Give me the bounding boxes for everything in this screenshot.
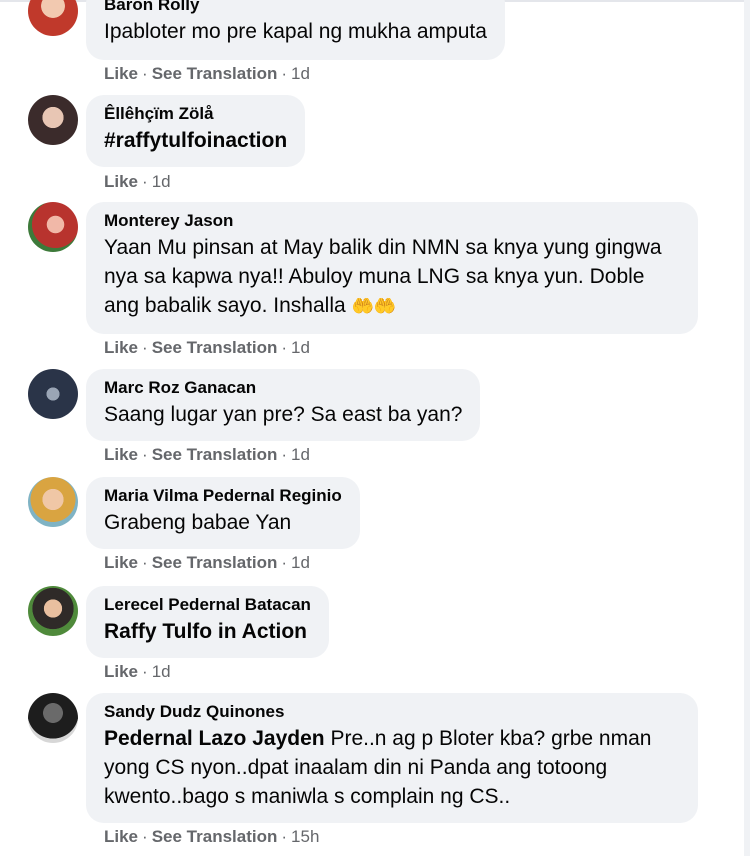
comment-text: Yaan Mu pinsan at May balik din NMN sa k… <box>104 236 662 317</box>
comment-author[interactable]: Baron Rolly <box>104 0 487 15</box>
comment-text: Grabeng babae Yan <box>104 511 292 534</box>
comment-author[interactable]: Sandy Dudz Quinones <box>104 702 680 722</box>
comment-timestamp[interactable]: 1d <box>152 172 171 191</box>
comment-author[interactable]: Lerecel Pedernal Batacan <box>104 595 311 615</box>
hashtag-link[interactable]: #raffytulfoinaction <box>104 126 287 155</box>
avatar[interactable] <box>28 586 78 636</box>
like-button[interactable]: Like <box>104 662 138 681</box>
like-button[interactable]: Like <box>104 553 138 572</box>
comment-text: Pedernal Lazo Jayden Pre..n ag p Bloter … <box>104 727 652 808</box>
comment-actions: Like · See Translation · 1d <box>104 445 310 464</box>
like-button[interactable]: Like <box>104 827 138 846</box>
comment-bubble: Marc Roz Ganacan Saang lugar yan pre? Sa… <box>86 369 481 441</box>
comment-actions: Like · See Translation · 1d <box>104 64 310 83</box>
avatar[interactable] <box>28 0 78 36</box>
like-button[interactable]: Like <box>104 64 138 83</box>
user-mention-link[interactable]: Pedernal Lazo Jayden <box>104 727 325 750</box>
see-translation-link[interactable]: See Translation <box>152 553 278 572</box>
see-translation-link[interactable]: See Translation <box>152 445 278 464</box>
scrollbar-track[interactable] <box>744 0 750 856</box>
see-translation-link[interactable]: See Translation <box>152 338 278 357</box>
comment-timestamp[interactable]: 1d <box>291 338 310 357</box>
comment-text: Saang lugar yan pre? Sa east ba yan? <box>104 403 463 426</box>
comment-bubble: Lerecel Pedernal Batacan Raffy Tulfo in … <box>86 586 329 658</box>
comment-bubble: Monterey Jason Yaan Mu pinsan at May bal… <box>86 202 698 334</box>
comment-author[interactable]: Monterey Jason <box>104 211 680 231</box>
avatar[interactable] <box>28 693 78 743</box>
comment-actions: Like · See Translation · 1d <box>104 338 310 357</box>
comment-author[interactable]: Êllêhçïm Zölå <box>104 104 287 124</box>
avatar[interactable] <box>28 202 78 252</box>
comment-bubble: Sandy Dudz Quinones Pedernal Lazo Jayden… <box>86 693 698 823</box>
comment-timestamp[interactable]: 1d <box>291 445 310 464</box>
comment-author[interactable]: Maria Vilma Pedernal Reginio <box>104 486 342 506</box>
comment-actions: Like · See Translation · 15h <box>104 827 320 846</box>
avatar[interactable] <box>28 95 78 145</box>
comment-timestamp[interactable]: 15h <box>291 827 319 846</box>
comment-timestamp[interactable]: 1d <box>291 64 310 83</box>
comment-bubble: Êllêhçïm Zölå #raffytulfoinaction <box>86 95 306 167</box>
avatar[interactable] <box>28 477 78 527</box>
comment-author[interactable]: Marc Roz Ganacan <box>104 378 462 398</box>
comment-bubble: Maria Vilma Pedernal Reginio Grabeng bab… <box>86 477 360 549</box>
comment-actions: Like · 1d <box>104 662 171 681</box>
page-mention-link[interactable]: Raffy Tulfo in Action <box>104 617 311 646</box>
hands-emoji-icon: 🤲🤲 <box>351 296 397 316</box>
comment-timestamp[interactable]: 1d <box>152 662 171 681</box>
comment-actions: Like · See Translation · 1d <box>104 553 310 572</box>
like-button[interactable]: Like <box>104 445 138 464</box>
avatar[interactable] <box>28 369 78 419</box>
see-translation-link[interactable]: See Translation <box>152 64 278 83</box>
like-button[interactable]: Like <box>104 172 138 191</box>
comment-text: Ipabloter mo pre kapal ng mukha amputa <box>104 20 487 43</box>
comment-actions: Like · 1d <box>104 172 171 191</box>
comment-bubble: Baron Rolly Ipabloter mo pre kapal ng mu… <box>86 0 505 60</box>
see-translation-link[interactable]: See Translation <box>152 827 278 846</box>
like-button[interactable]: Like <box>104 338 138 357</box>
comment-timestamp[interactable]: 1d <box>291 553 310 572</box>
